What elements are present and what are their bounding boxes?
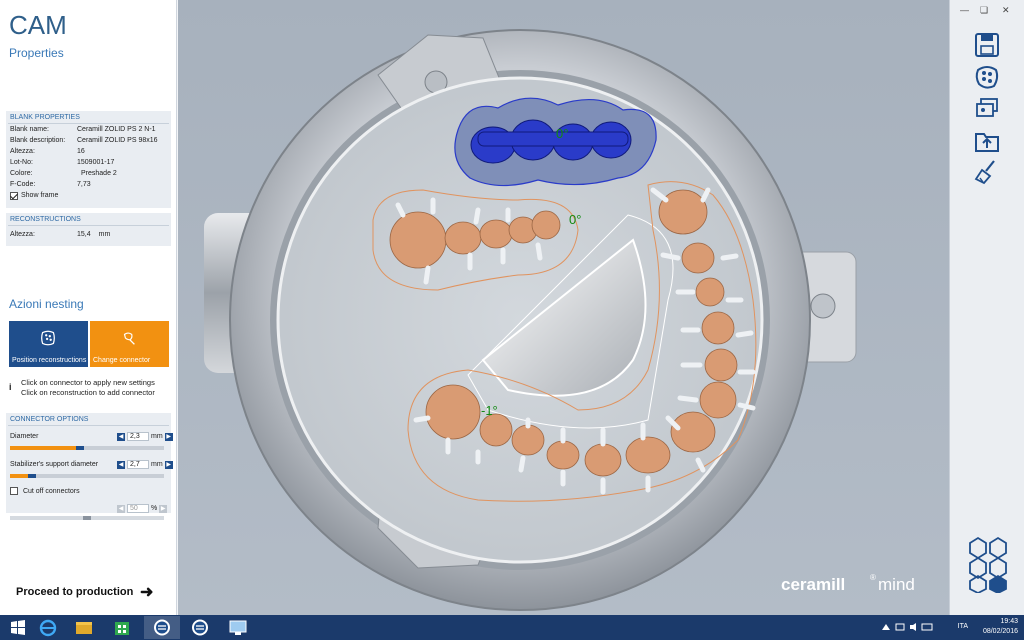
arrow-right-icon[interactable]: ➜ [140, 582, 153, 602]
colore-row: Colore: Preshade 2 [10, 170, 117, 177]
clock-date: 08/02/2016 [982, 628, 1018, 635]
angle-label-left: 0° [569, 212, 581, 227]
stabilizer-unit: mm [151, 461, 163, 468]
info-line-1: Click on connector to apply new settings [21, 378, 155, 387]
diameter-unit: mm [151, 433, 163, 440]
stabilizer-stepper[interactable]: ◀ 2,7 mm ▶ [117, 460, 173, 469]
connector-options-title: CONNECTOR OPTIONS [10, 416, 89, 423]
screw-right [810, 293, 836, 319]
blank-description-row: Blank description: Ceramill ZOLID PS 98x1… [10, 137, 158, 144]
cut-off-decrease-button[interactable]: ◀ [117, 504, 125, 513]
f-code-row: F-Code: 7,73 [10, 181, 91, 188]
reconstructions-title: RECONSTRUCTIONS [10, 216, 81, 223]
blank-properties-title: BLANK PROPERTIES [10, 114, 80, 121]
nesting-actions-title: Azioni nesting [9, 297, 84, 311]
diameter-row: Diameter ◀ 2,3 mm ▶ [6, 426, 173, 446]
clock-time: 19:43 [1000, 618, 1018, 625]
lot-no-row: Lot-No: 1509001-17 [10, 159, 115, 166]
milling-scene[interactable]: 0° 0° -1° ceramill ® mind [178, 0, 949, 615]
minimize-icon[interactable]: — [960, 5, 969, 15]
stabilizer-label: Stabilizer's support diameter [10, 461, 99, 468]
ceramill-mind-logo: ceramill ® mind [781, 573, 915, 594]
show-frame-label: Show frame [21, 192, 59, 199]
altezza-row: Altezza: 16 [10, 148, 85, 155]
position-reconstructions-label: Position reconstructions [12, 357, 87, 364]
stabilizer-decrease-button[interactable]: ◀ [117, 460, 125, 469]
folder-upload-icon[interactable] [972, 126, 1002, 156]
store-icon[interactable] [104, 616, 140, 639]
cut-off-slider-thumb[interactable] [83, 516, 91, 520]
ceramill-app-icon[interactable] [144, 616, 180, 639]
cut-off-checkbox[interactable] [10, 487, 18, 495]
diameter-increase-button[interactable]: ▶ [164, 432, 173, 441]
change-connector-button[interactable]: Change connector [90, 321, 169, 367]
show-frame-row[interactable]: Show frame [6, 190, 171, 201]
remote-desktop-icon[interactable] [220, 616, 256, 639]
diameter-label: Diameter [10, 433, 39, 440]
reconstruction-altezza-row: Altezza: 15,4 mm [10, 231, 111, 238]
svg-text:mind: mind [878, 575, 915, 594]
internet-explorer-icon[interactable] [30, 616, 66, 639]
position-reconstructions-icon [41, 330, 55, 346]
cut-off-slider[interactable] [10, 516, 164, 520]
cut-off-value-row: ◀ 50 % ▶ [6, 502, 171, 516]
blank-name-row: Blank name: Ceramill ZOLID PS 2 N-1 [10, 126, 156, 133]
cut-off-slider-row [6, 516, 171, 522]
cut-off-row: Cut off connectors [6, 482, 171, 502]
language-indicator[interactable]: ITA [958, 623, 968, 630]
diameter-slider-row [6, 446, 171, 454]
stabilizer-slider-fill [10, 474, 28, 478]
cut-off-label: Cut off connectors [22, 487, 80, 495]
blank-properties-panel: BLANK PROPERTIES Blank name: Ceramill ZOL… [6, 111, 171, 208]
file-explorer-icon[interactable] [66, 616, 102, 639]
diameter-decrease-button[interactable]: ◀ [117, 432, 125, 441]
diameter-slider[interactable] [10, 446, 164, 450]
view-cube-icon[interactable] [966, 533, 1010, 593]
restore-icon[interactable]: ❏ [980, 5, 988, 16]
nesting-palette-icon[interactable] [972, 62, 1002, 92]
angle-label-top: 0° [556, 126, 568, 141]
stabilizer-row: Stabilizer's support diameter ◀ 2,7 mm ▶ [6, 454, 173, 474]
cut-off-increase-button[interactable]: ▶ [159, 504, 168, 513]
position-reconstructions-button[interactable]: Position reconstructions [9, 321, 88, 367]
stabilizer-slider-row [6, 474, 171, 482]
clean-brush-icon[interactable] [972, 156, 1002, 186]
info-line-2: Click on reconstruction to add connector [21, 388, 155, 397]
left-panel: CAM Properties BLANK PROPERTIES Blank na… [0, 0, 177, 615]
system-tray-icons[interactable] [880, 621, 940, 633]
stabilizer-input[interactable]: 2,7 [127, 460, 149, 469]
diameter-slider-fill [10, 446, 76, 450]
cut-off-unit: % [151, 505, 158, 512]
cam-3d-viewport[interactable]: 0° 0° -1° ceramill ® mind [178, 0, 949, 615]
stabilizer-slider-thumb[interactable] [28, 474, 36, 478]
change-connector-icon [123, 332, 135, 345]
info-icon: i [9, 382, 12, 392]
diameter-stepper[interactable]: ◀ 2,3 mm ▶ [117, 432, 173, 441]
right-toolbar: — ❏ ✕ [949, 0, 1024, 615]
ceramill-app-icon-2[interactable] [182, 616, 218, 639]
proceed-to-production-button[interactable]: Proceed to production [16, 586, 133, 598]
cut-off-stepper[interactable]: ◀ 50 % ▶ [117, 504, 168, 513]
angle-label-bottom: -1° [481, 403, 498, 418]
change-connector-label: Change connector [93, 357, 151, 364]
save-icon[interactable] [972, 30, 1002, 60]
connector-options-panel: CONNECTOR OPTIONS Diameter ◀ 2,3 mm ▶ St… [6, 413, 173, 520]
screenshot-icon[interactable] [972, 94, 1002, 124]
clock[interactable]: 19:43 08/02/2016 [983, 617, 1018, 637]
close-icon[interactable]: ✕ [1002, 5, 1010, 16]
svg-text:ceramill: ceramill [781, 575, 845, 594]
diameter-slider-thumb[interactable] [76, 446, 84, 450]
windows-taskbar: ITA 19:43 08/02/2016 [0, 615, 1024, 640]
show-frame-checkbox[interactable] [10, 192, 18, 200]
diameter-input[interactable]: 2,3 [127, 432, 149, 441]
reconstructions-panel: RECONSTRUCTIONS Altezza: 15,4 mm [6, 213, 171, 246]
nesting-info: i Click on connector to apply new settin… [9, 378, 155, 398]
svg-text:®: ® [870, 573, 876, 582]
app-subtitle: Properties [9, 46, 64, 60]
stabilizer-slider[interactable] [10, 474, 164, 478]
cut-off-input[interactable]: 50 [127, 504, 149, 513]
app-title: CAM [9, 10, 67, 40]
stabilizer-increase-button[interactable]: ▶ [164, 460, 173, 469]
